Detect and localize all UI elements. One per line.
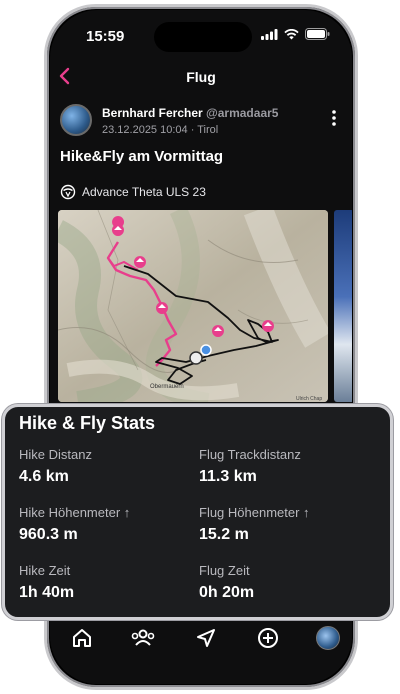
post-meta: 23.12.2025 10:04 · Tirol <box>102 124 219 136</box>
more-vertical-icon <box>332 110 336 126</box>
status-bar: 15:59 <box>50 10 352 60</box>
location-marker <box>200 344 212 356</box>
page-title: Flug <box>186 69 216 85</box>
flight-map[interactable]: Obermauern Ulrich Chap <box>58 210 328 402</box>
stat-value: 15.2 m <box>199 526 249 543</box>
author-avatar[interactable] <box>60 104 92 136</box>
home-icon <box>73 629 91 647</box>
author-line[interactable]: Bernhard Fercher @armadaar5 <box>102 106 278 120</box>
tab-navigation[interactable] <box>194 626 218 650</box>
stat-label: Flug Zeit <box>199 563 250 578</box>
stat-flight-track: Flug Trackdistanz 11.3 km <box>199 447 374 486</box>
stat-value: 1h 40m <box>19 584 75 601</box>
stat-label: Flug Höhenmeter ↑ <box>199 505 310 520</box>
stat-value: 0h 20m <box>199 584 255 601</box>
stat-value: 11.3 km <box>199 468 257 485</box>
status-time: 15:59 <box>86 28 125 45</box>
hike-fly-stats-card: Hike & Fly Stats Hike Distanz 4.6 km Flu… <box>2 404 393 620</box>
stat-label: Hike Distanz <box>19 447 92 462</box>
navigation-icon <box>197 629 215 647</box>
status-icons <box>261 28 330 40</box>
signal-icon <box>261 28 278 40</box>
tab-community[interactable] <box>130 626 155 650</box>
stat-label: Hike Zeit <box>19 563 71 578</box>
tab-home[interactable] <box>70 626 94 650</box>
stat-hike-elevation: Hike Höhenmeter ↑ 960.3 m <box>19 505 194 544</box>
people-icon <box>131 629 155 646</box>
tab-add[interactable] <box>256 626 280 650</box>
more-options-button[interactable] <box>332 110 336 131</box>
profile-avatar[interactable] <box>316 626 340 650</box>
stat-hike-distance: Hike Distanz 4.6 km <box>19 447 194 486</box>
dynamic-island <box>154 22 252 52</box>
stat-label: Hike Höhenmeter ↑ <box>19 505 131 520</box>
map-canvas: Obermauern Ulrich Chap <box>58 210 328 402</box>
start-marker <box>189 351 203 365</box>
glider-info: Advance Theta ULS 23 <box>60 184 206 200</box>
map-credit-label: Ulrich Chap <box>296 396 322 402</box>
author-name: Bernhard Fercher <box>102 106 203 120</box>
stats-title: Hike & Fly Stats <box>19 413 156 433</box>
add-icon <box>258 628 278 648</box>
second-image-thumbnail[interactable] <box>334 210 352 402</box>
battery-icon <box>305 28 330 40</box>
stat-hike-time: Hike Zeit 1h 40m <box>19 563 194 602</box>
post-title: Hike&Fly am Vormittag <box>60 148 224 165</box>
stat-label: Flug Trackdistanz <box>199 447 301 462</box>
stat-value: 4.6 km <box>19 468 69 485</box>
author-handle: @armadaar5 <box>206 106 279 120</box>
glider-name: Advance Theta ULS 23 <box>82 185 206 199</box>
navigation-bar: Flug <box>50 60 352 94</box>
map-town-label: Obermauern <box>150 384 184 390</box>
stat-flight-time: Flug Zeit 0h 20m <box>199 563 374 602</box>
stat-flight-elevation: Flug Höhenmeter ↑ 15.2 m <box>199 505 374 544</box>
glider-icon <box>60 184 76 200</box>
wifi-icon <box>284 28 299 39</box>
stat-value: 960.3 m <box>19 526 78 543</box>
